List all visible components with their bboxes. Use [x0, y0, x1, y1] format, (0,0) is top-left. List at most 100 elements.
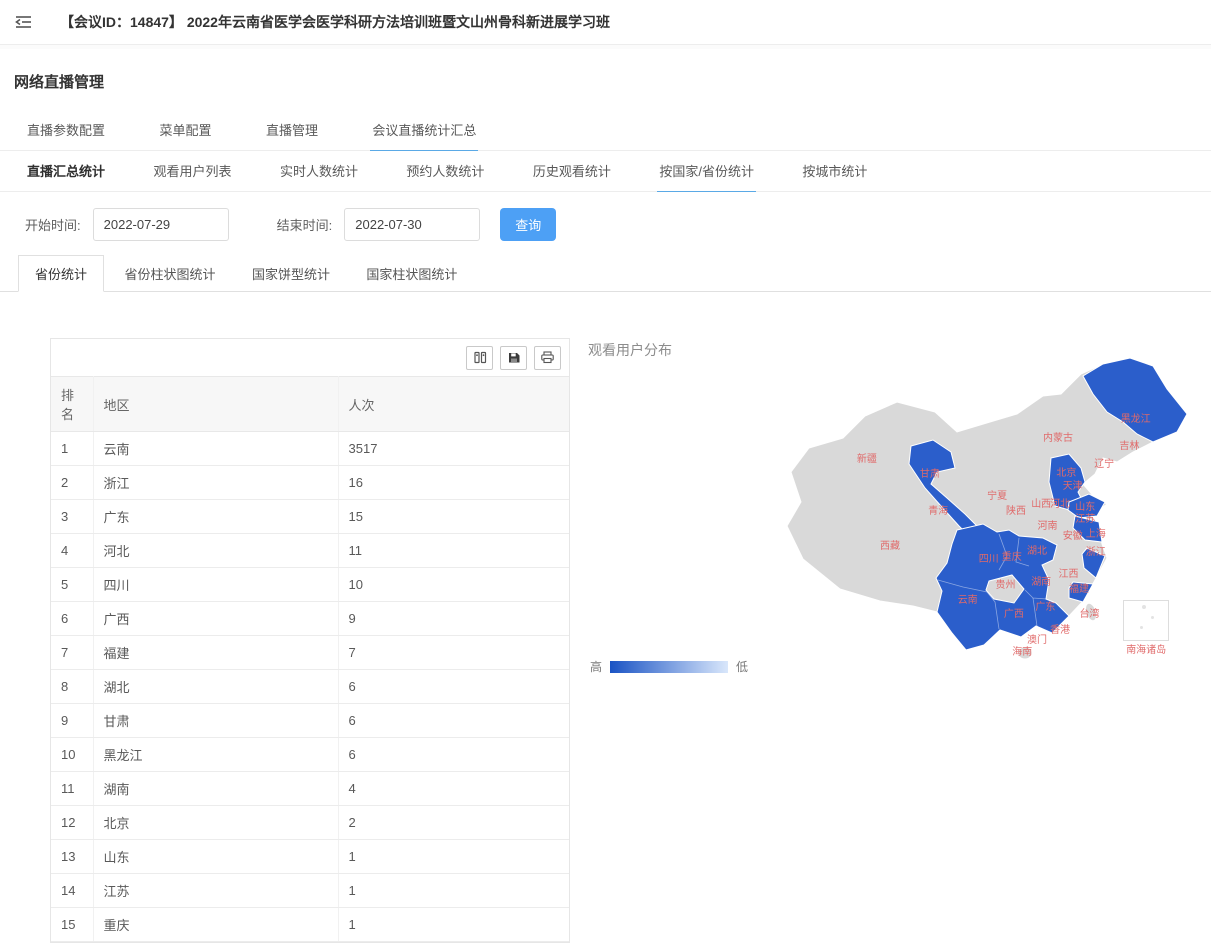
province-label: 河北: [1050, 500, 1070, 510]
tab-menu-config[interactable]: 菜单配置: [157, 110, 213, 150]
count-cell: 9: [338, 602, 569, 636]
rank-cell: 5: [51, 568, 93, 602]
stat-tabs: 直播汇总统计 观看用户列表 实时人数统计 预约人数统计 历史观看统计 按国家/省…: [0, 151, 1211, 192]
region-cell: 湖北: [93, 670, 338, 704]
meeting-title: 【会议ID：14847】 2022年云南省医学会医学科研方法培训班暨文山州骨科新…: [60, 12, 610, 32]
province-label: 湖南: [1031, 578, 1051, 588]
table-row: 7福建7: [51, 636, 569, 670]
region-column-header: 地区: [93, 377, 338, 432]
province-label: 重庆: [1002, 553, 1022, 563]
province-label: 青海: [928, 507, 948, 517]
province-label: 新疆: [857, 455, 877, 465]
fold-menu-icon[interactable]: [10, 9, 36, 35]
province-label: 陕西: [1006, 507, 1026, 517]
viewer-distribution-panel: 观看用户分布: [588, 338, 1211, 898]
region-cell: 黑龙江: [93, 738, 338, 772]
column-visibility-button[interactable]: [466, 346, 493, 370]
rank-cell: 9: [51, 704, 93, 738]
province-label: 上海: [1086, 530, 1106, 540]
stats-table-body: 1云南35172浙江163广东154河北115四川106广西97福建78湖北69…: [51, 432, 569, 942]
province-label: 四川: [979, 555, 999, 565]
tab-viewer-list[interactable]: 观看用户列表: [151, 151, 233, 191]
map-label-layer: 南海诸岛 新疆甘肃青海西藏内蒙古黑龙江吉林辽宁北京天津宁夏陕西山西河北山东河南安…: [785, 354, 1205, 686]
tab-by-country-province[interactable]: 按国家/省份统计: [657, 151, 756, 192]
tab-province-stats[interactable]: 省份统计: [18, 255, 104, 292]
save-image-icon: [507, 351, 521, 364]
province-label: 贵州: [996, 581, 1016, 591]
end-time-input[interactable]: [344, 208, 480, 241]
province-label: 北京: [1056, 469, 1076, 479]
tab-by-city[interactable]: 按城市统计: [800, 151, 869, 191]
topbar: 【会议ID：14847】 2022年云南省医学会医学科研方法培训班暨文山州骨科新…: [0, 0, 1211, 45]
tab-realtime-count[interactable]: 实时人数统计: [278, 151, 360, 191]
count-cell: 6: [338, 738, 569, 772]
region-cell: 云南: [93, 432, 338, 466]
count-cell: 7: [338, 636, 569, 670]
tab-history-views[interactable]: 历史观看统计: [531, 151, 613, 191]
tab-reservation-count[interactable]: 预约人数统计: [404, 151, 486, 191]
count-cell: 2: [338, 806, 569, 840]
table-row: 12北京2: [51, 806, 569, 840]
table-row: 10黑龙江6: [51, 738, 569, 772]
print-icon: [540, 351, 555, 364]
tab-province-bar-chart[interactable]: 省份柱状图统计: [108, 256, 231, 291]
start-time-input[interactable]: [93, 208, 229, 241]
map-canvas[interactable]: 南海诸岛 新疆甘肃青海西藏内蒙古黑龙江吉林辽宁北京天津宁夏陕西山西河北山东河南安…: [785, 354, 1205, 686]
table-row: 13山东1: [51, 840, 569, 874]
rank-cell: 7: [51, 636, 93, 670]
province-label: 黑龙江: [1121, 415, 1151, 425]
module-tabs: 直播参数配置 菜单配置 直播管理 会议直播统计汇总: [0, 110, 1211, 151]
rank-cell: 12: [51, 806, 93, 840]
main-content: 排名 地区 人次 1云南35172浙江163广东154河北115四川106广西9…: [0, 338, 1211, 943]
count-cell: 6: [338, 670, 569, 704]
table-row: 11湖南4: [51, 772, 569, 806]
province-label: 山东: [1075, 503, 1095, 513]
region-cell: 山东: [93, 840, 338, 874]
region-cell: 甘肃: [93, 704, 338, 738]
province-stats-table: 排名 地区 人次 1云南35172浙江163广东154河北115四川106广西9…: [51, 376, 569, 942]
province-label: 江苏: [1075, 515, 1095, 525]
tab-live-manage[interactable]: 直播管理: [264, 110, 320, 150]
rank-column-header: 排名: [51, 377, 93, 432]
tab-live-stats-summary[interactable]: 会议直播统计汇总: [370, 110, 478, 151]
province-label: 内蒙古: [1043, 434, 1073, 444]
rank-cell: 8: [51, 670, 93, 704]
tab-country-bar-chart[interactable]: 国家柱状图统计: [350, 256, 473, 291]
count-cell: 10: [338, 568, 569, 602]
count-column-header: 人次: [338, 377, 569, 432]
save-image-button[interactable]: [500, 346, 527, 370]
province-label: 广东: [1035, 603, 1055, 613]
count-cell: 15: [338, 500, 569, 534]
province-label: 西藏: [880, 542, 900, 552]
count-cell: 1: [338, 874, 569, 908]
date-filter: 开始时间: 结束时间: 查询: [25, 208, 1211, 241]
province-label: 澳门: [1027, 636, 1047, 646]
south-china-sea-inset: [1123, 600, 1169, 642]
province-label: 辽宁: [1094, 460, 1114, 470]
column-visibility-icon: [473, 351, 487, 364]
rank-cell: 1: [51, 432, 93, 466]
tab-live-params[interactable]: 直播参数配置: [25, 110, 107, 150]
table-row: 9甘肃6: [51, 704, 569, 738]
count-cell: 6: [338, 704, 569, 738]
table-header-row: 排名 地区 人次: [51, 377, 569, 432]
province-label: 江西: [1059, 570, 1079, 580]
tab-summary-stats[interactable]: 直播汇总统计: [25, 151, 107, 191]
rank-cell: 13: [51, 840, 93, 874]
search-button[interactable]: 查询: [500, 208, 556, 241]
province-label: 台湾: [1080, 610, 1100, 620]
province-label: 海南: [1012, 648, 1032, 658]
province-label: 吉林: [1119, 442, 1139, 452]
count-cell: 1: [338, 840, 569, 874]
region-cell: 湖南: [93, 772, 338, 806]
count-cell: 11: [338, 534, 569, 568]
heat-legend: 高 低: [590, 658, 748, 675]
print-button[interactable]: [534, 346, 561, 370]
province-label: 山西: [1031, 500, 1051, 510]
start-time-label: 开始时间:: [25, 215, 81, 234]
table-row: 3广东15: [51, 500, 569, 534]
province-label: 天津: [1063, 482, 1083, 492]
region-cell: 广东: [93, 500, 338, 534]
rank-cell: 6: [51, 602, 93, 636]
tab-country-pie-chart[interactable]: 国家饼型统计: [236, 256, 346, 291]
